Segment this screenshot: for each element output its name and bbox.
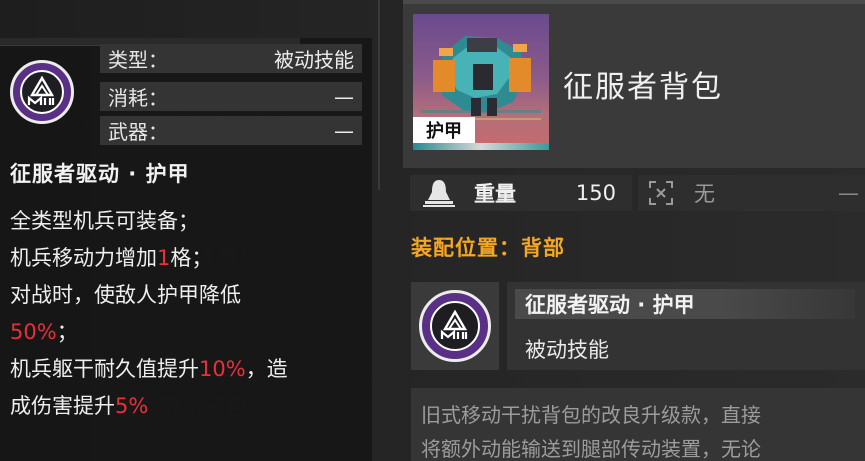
weight-stat: 重量 150 [410, 175, 632, 211]
weight-icon [423, 180, 455, 207]
panel-top-strip [403, 0, 865, 4]
description-text: 全类型机兵可装备； [10, 209, 199, 233]
weight-label: 重量 [474, 182, 516, 206]
description-line: 对战时，使敌人护甲降低 [10, 277, 360, 314]
secondary-stat: 无 — [638, 175, 865, 211]
description-text: 对战时，使敌人护甲降低 [10, 283, 241, 307]
highlight-value: 10% [199, 357, 246, 381]
item-thumbnail[interactable]: 护甲 [413, 14, 549, 150]
passive-skill-icon [419, 290, 491, 362]
description-text: 格； [170, 246, 213, 270]
highlight-value: 50% [10, 320, 57, 344]
passive-skill-icon [10, 60, 74, 124]
mount-position: 装配位置：背部 [411, 236, 565, 260]
item-description: 旧式移动干扰背包的改良升级款，直接 将额外动能输送到腿部传动装置，无论 [421, 398, 865, 461]
attr-key: 类型： [108, 48, 168, 72]
weight-value: 150 [575, 181, 616, 205]
description-text: 机兵移动力增加 [10, 246, 157, 270]
game-screen: 彩干扰背包 动干扰背包 服者背包 类型： 被动技能 消耗： — 武器： — 征服… [0, 0, 865, 461]
item-description-box: 旧式移动干扰背包的改良升级款，直接 将额外动能输送到腿部传动装置，无论 [411, 388, 865, 461]
description-line: 全类型机兵可装备； [10, 203, 360, 240]
skill-description: 全类型机兵可装备； 机兵移动力增加1格； 对战时，使敌人护甲降低 50%； 机兵躯干耐久… [10, 203, 360, 425]
highlight-value: 1 [157, 246, 171, 270]
description-line: 50%； [10, 314, 360, 351]
description-text: 成伤害提升 [10, 394, 115, 418]
attr-value: — [334, 84, 354, 109]
skill-card-type: 被动技能 [525, 338, 609, 362]
description-text: ； [56, 320, 78, 344]
attr-row-type: 类型： 被动技能 [100, 44, 362, 73]
skill-card-icon-frame[interactable] [411, 282, 499, 370]
skill-card-title: 征服者驱动 · 护甲 [515, 289, 855, 319]
description-line: 机兵移动力增加1格； [10, 240, 360, 277]
item-description-line: 旧式移动干扰背包的改良升级款，直接 [421, 403, 761, 427]
description-text: ，造 [245, 357, 288, 381]
attr-key: 武器： [108, 120, 168, 144]
secondary-tail: — [838, 181, 859, 205]
target-bracket-icon [649, 181, 673, 205]
attr-value: 被动技能 [274, 48, 354, 72]
attr-row-weapon: 武器： — [100, 116, 362, 145]
item-category-tag: 护甲 [413, 117, 475, 143]
attr-row-cost: 消耗： — [100, 82, 362, 111]
description-line: 机兵躯干耐久值提升10%，造 [10, 351, 360, 388]
item-description-line: 将额外动能输送到腿部传动装置，无论 [421, 437, 761, 461]
highlight-value: 5% [115, 394, 149, 418]
secondary-value: 无 [694, 182, 715, 206]
conqueror-emblem-icon [27, 75, 55, 105]
attr-value: — [334, 118, 354, 143]
description-text: 机兵躯干耐久值提升 [10, 357, 199, 381]
rarity-stripe [413, 143, 549, 150]
skill-title: 征服者驱动 · 护甲 [10, 162, 190, 186]
conqueror-emblem-icon [440, 309, 468, 339]
description-line: 成伤害提升5% [10, 388, 360, 425]
item-name: 征服者背包 [563, 70, 723, 105]
attr-key: 消耗： [108, 86, 168, 110]
divider [378, 0, 380, 190]
